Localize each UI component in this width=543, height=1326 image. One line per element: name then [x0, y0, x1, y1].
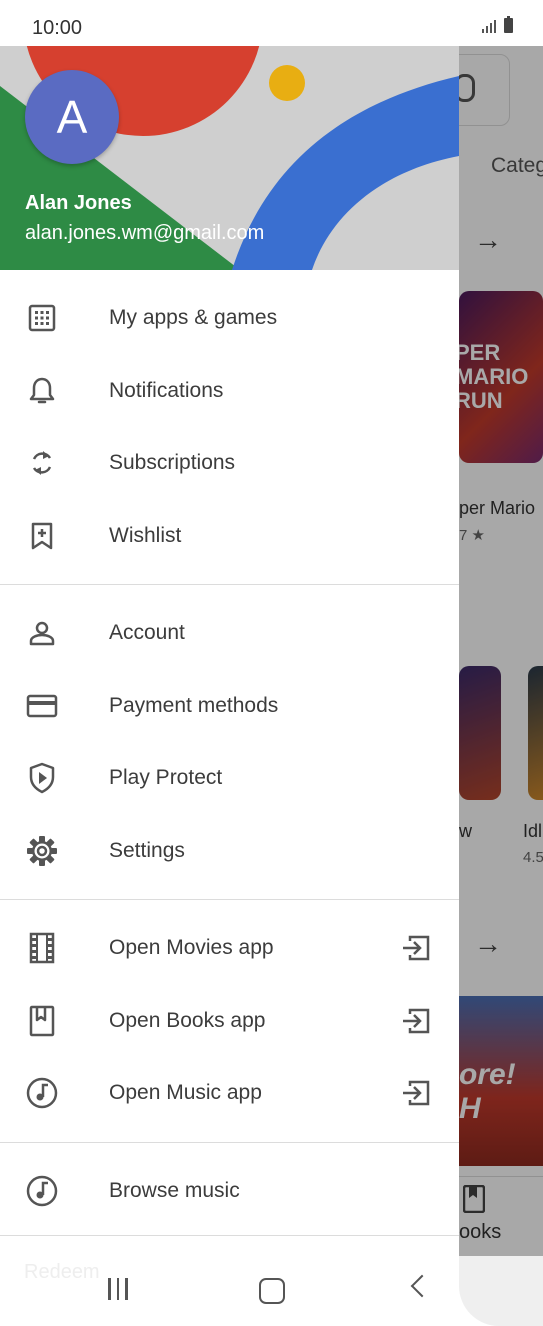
menu-label: My apps & games [109, 306, 278, 330]
music-note-icon [26, 1175, 58, 1207]
menu-item-settings[interactable]: Settings [0, 815, 459, 888]
menu-item-play-protect[interactable]: Play Protect [0, 742, 459, 815]
credit-card-icon [26, 690, 58, 722]
divider [0, 1141, 459, 1143]
divider [0, 1235, 459, 1236]
drawer-header: A Alan Jones alan.jones.wm@gmail.com [0, 46, 459, 270]
menu-label: Play Protect [109, 766, 223, 790]
status-bar: 10:00 [0, 0, 543, 46]
menu-label: Open Movies app [109, 936, 274, 960]
menu-label: Browse music [109, 1178, 240, 1202]
screen: 10:00 Categ → PER MARIO RUN per Mario 7 … [0, 0, 543, 1326]
menu-label: Subscriptions [109, 451, 236, 475]
status-time: 10:00 [32, 17, 83, 39]
recents-icon[interactable] [108, 1278, 128, 1300]
signal-icon [482, 19, 496, 33]
menu-label: Payment methods [109, 693, 279, 717]
menu-group-music: Browse music [0, 1155, 459, 1228]
menu-item-wishlist[interactable]: Wishlist [0, 500, 459, 573]
bell-icon [26, 375, 58, 407]
menu-label: Settings [109, 838, 185, 862]
system-nav-bar [0, 1256, 543, 1326]
bookmark-add-icon [26, 520, 58, 552]
menu-label: Wishlist [109, 523, 182, 547]
user-name: Alan Jones [25, 192, 132, 214]
menu-item-browse-music[interactable]: Browse music [0, 1155, 459, 1228]
shield-play-icon [26, 762, 58, 794]
menu-label: Open Books app [109, 1008, 266, 1032]
menu-item-payment-methods[interactable]: Payment methods [0, 670, 459, 743]
divider [0, 584, 459, 585]
menu-item-open-books[interactable]: Open Books app [0, 985, 459, 1058]
menu-label: Account [109, 621, 185, 645]
battery-icon [504, 16, 513, 33]
avatar-letter: A [56, 91, 88, 143]
film-icon [26, 932, 58, 964]
book-icon [26, 1005, 58, 1037]
user-email[interactable]: alan.jones.wm@gmail.com [25, 222, 264, 245]
menu-group-primary: My apps & games Notifications Subscripti… [0, 282, 459, 572]
menu-item-open-movies[interactable]: Open Movies app [0, 912, 459, 985]
music-note-icon [26, 1077, 58, 1109]
apps-grid-icon [26, 302, 58, 334]
menu-group-apps: Open Movies app Open Books app Open Musi… [0, 912, 459, 1130]
open-external-icon[interactable] [400, 1077, 432, 1109]
menu-item-account[interactable]: Account [0, 597, 459, 670]
divider [0, 899, 459, 900]
home-icon[interactable] [259, 1278, 285, 1304]
menu-label: Notifications [109, 378, 224, 402]
menu-item-subscriptions[interactable]: Subscriptions [0, 427, 459, 500]
refresh-icon [26, 447, 58, 479]
nav-bar-background [459, 1256, 543, 1326]
menu-label: Open Music app [109, 1081, 262, 1105]
menu-item-notifications[interactable]: Notifications [0, 355, 459, 428]
back-icon[interactable] [410, 1274, 434, 1298]
status-icons [482, 16, 513, 33]
menu-item-open-music[interactable]: Open Music app [0, 1057, 459, 1130]
gear-icon [26, 835, 58, 867]
open-external-icon[interactable] [400, 932, 432, 964]
person-icon [26, 617, 58, 649]
navigation-drawer: A Alan Jones alan.jones.wm@gmail.com My … [0, 46, 459, 1326]
open-external-icon[interactable] [400, 1005, 432, 1037]
menu-group-account: Account Payment methods Play Protect Set… [0, 597, 459, 887]
avatar[interactable]: A [25, 70, 119, 164]
menu-item-my-apps[interactable]: My apps & games [0, 282, 459, 355]
